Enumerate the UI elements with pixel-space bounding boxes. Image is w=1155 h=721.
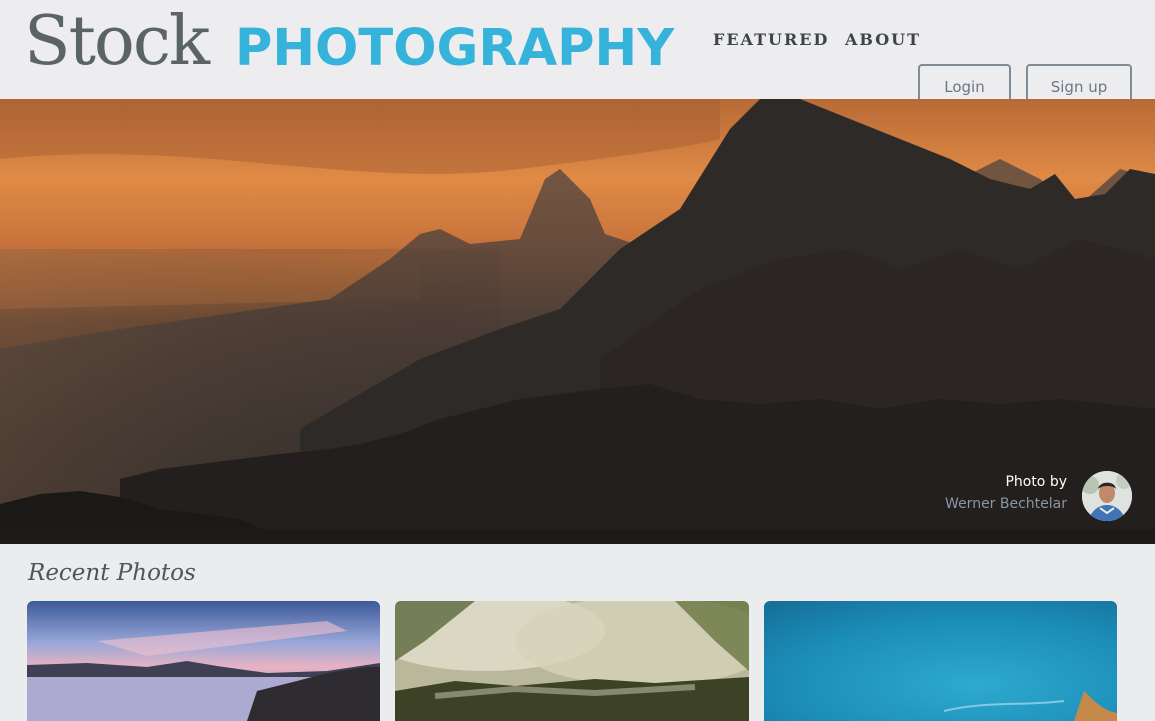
photographer-name-link[interactable]: Werner Bechtelar xyxy=(945,496,1067,512)
photographer-avatar[interactable] xyxy=(1082,471,1132,521)
hero-mountain-photo xyxy=(0,99,1155,544)
recent-photo-card[interactable] xyxy=(27,601,380,721)
recent-photos-heading: Recent Photos xyxy=(28,560,196,586)
recent-photo-foggy-forest xyxy=(395,601,749,721)
hero-image: Photo by Werner Bechtelar xyxy=(0,99,1155,544)
recent-photo-lake-sunset xyxy=(27,601,380,721)
nav-about-link[interactable]: ABOUT xyxy=(845,30,921,49)
logo-stock-text[interactable]: Stock xyxy=(24,2,210,82)
recent-photo-card[interactable] xyxy=(395,601,749,721)
avatar-photo xyxy=(1082,471,1132,521)
recent-photo-ocean-aerial xyxy=(764,601,1117,721)
logo-photography-text[interactable]: PHOTOGRAPHY xyxy=(235,16,674,82)
photo-credit-label: Photo by xyxy=(1005,474,1067,490)
site-header: Stock PHOTOGRAPHY FEATURED ABOUT Login S… xyxy=(0,0,1155,106)
nav-featured-link[interactable]: FEATURED xyxy=(713,30,829,49)
recent-photo-card[interactable] xyxy=(764,601,1117,721)
